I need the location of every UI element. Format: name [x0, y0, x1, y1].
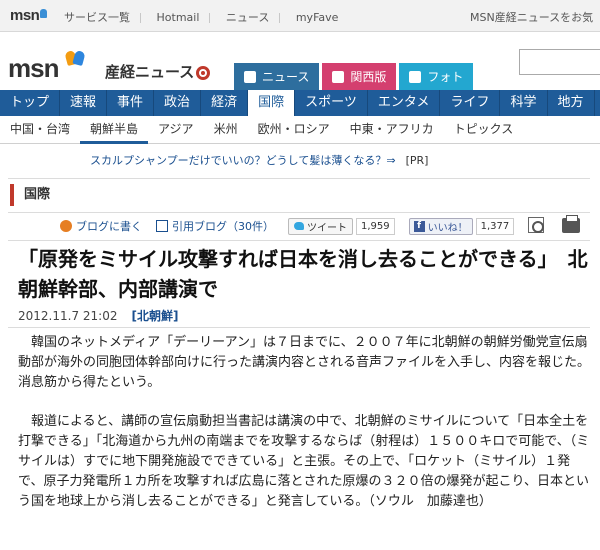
divider: [279, 13, 281, 23]
article-date: 2012.11.7 21:02: [18, 309, 118, 323]
nav-item-crime[interactable]: 事件: [107, 90, 155, 116]
print-icon[interactable]: [562, 215, 580, 233]
divider: [8, 212, 590, 213]
nav-item-breaking[interactable]: 速報: [60, 90, 108, 116]
msn-small-logo-text: msn: [10, 7, 40, 24]
article-paragraph: 韓国のネットメディア「デーリーアン」は７日までに、２００７年に北朝鮮の朝鮮労働党…: [18, 335, 591, 390]
msn-logo[interactable]: msn: [8, 49, 86, 84]
msn-small-logo[interactable]: msn: [10, 7, 48, 24]
like-group: f いいね！ 1,377: [408, 217, 515, 235]
quote-blog-link[interactable]: 引用ブログ（30件）: [156, 218, 274, 234]
subnav-item-mideast-africa[interactable]: 中東・アフリカ: [340, 116, 444, 144]
facebook-like-button[interactable]: f いいね！: [408, 217, 473, 235]
nav-item-local[interactable]: 地方: [548, 90, 595, 116]
nav-item-top[interactable]: トップ: [0, 90, 61, 116]
article-paragraph: 報道によると、講師の宣伝扇動担当書記は講演の中で、北朝鮮のミサイルについて「日本…: [18, 414, 590, 509]
subnav-item-korea[interactable]: 朝鮮半島: [80, 116, 149, 144]
divider: [8, 327, 590, 328]
subnav-item-asia[interactable]: アジア: [148, 116, 204, 144]
article-category-link[interactable]: [北朝鮮]: [131, 309, 178, 323]
twitter-bird-icon: [294, 222, 304, 230]
main-nav: トップ 速報 事件 政治 経済 国際 スポーツ エンタメ ライフ 科学 地方: [0, 90, 600, 116]
section-title: 国際: [10, 184, 50, 206]
tab-kansai[interactable]: 関西版: [322, 63, 397, 90]
document-icon: [332, 70, 345, 83]
nav-item-entertainment[interactable]: エンタメ: [368, 90, 441, 116]
top-link-services[interactable]: サービス一覧: [64, 11, 130, 24]
sankei-logo-text: 産経ニュース: [105, 63, 195, 81]
top-link-myfave[interactable]: myFave: [296, 11, 339, 24]
subnav-item-china-taiwan[interactable]: 中国・台湾: [0, 116, 80, 144]
promo-link[interactable]: スカルプシャンプーだけでいいの？どうして髪は薄くなる？⇒: [90, 154, 396, 167]
subnav-item-topics[interactable]: トピックス: [444, 116, 524, 144]
brand-tabs: ニュース 関西版 フォト: [234, 63, 476, 90]
blog-write-label: ブログに書く: [76, 220, 142, 233]
tweet-button[interactable]: ツイート: [288, 217, 353, 235]
divider: [209, 13, 211, 23]
search-input[interactable]: [519, 49, 600, 75]
top-links: サービス一覧 Hotmail ニュース myFave: [64, 9, 358, 25]
camera-icon: [409, 70, 422, 83]
article-dateline: 2012.11.7 21:02 [北朝鮮]: [18, 307, 178, 324]
subnav-item-americas[interactable]: 米州: [204, 116, 248, 144]
tweet-count: 1,959: [356, 217, 395, 235]
subnav-item-europe-russia[interactable]: 欧州・ロシア: [248, 116, 340, 144]
newspaper-icon: [244, 70, 256, 83]
top-link-news[interactable]: ニュース: [226, 11, 269, 24]
bookmark-icon[interactable]: [528, 217, 544, 233]
top-link-hotmail[interactable]: Hotmail: [157, 11, 200, 24]
nav-item-life[interactable]: ライフ: [440, 90, 501, 116]
tweet-label: ツイート: [307, 222, 347, 234]
tab-photo[interactable]: フォト: [399, 63, 474, 90]
nav-item-politics[interactable]: 政治: [154, 90, 202, 116]
blog-icon: [60, 220, 72, 232]
article-headline: 「原発をミサイル攻撃すれば日本を消し去ることができる」 北朝鮮幹部、内部講演で: [18, 247, 588, 301]
divider: [8, 178, 590, 179]
sankei-target-icon: [196, 65, 211, 80]
quote-blog-icon: [156, 220, 168, 232]
tab-kansai-label: 関西版: [350, 70, 387, 84]
quote-blog-label: 引用ブログ（30件）: [172, 220, 274, 233]
nav-item-science[interactable]: 科学: [500, 90, 548, 116]
facebook-icon: f: [413, 220, 425, 232]
top-right-message[interactable]: MSN産経ニュースをお気: [470, 9, 593, 25]
brand-header: msn 産経ニュース ニュース 関西版 フォト: [0, 33, 600, 90]
nav-item-economy[interactable]: 経済: [201, 90, 249, 116]
pr-tag: [PR]: [405, 154, 429, 167]
tweet-group: ツイート 1,959: [288, 217, 395, 235]
social-toolbar: ブログに書く 引用ブログ（30件） ツイート 1,959 f いいね！ 1,377: [60, 216, 528, 236]
tab-photo-label: フォト: [427, 70, 464, 84]
sub-nav: 中国・台湾 朝鮮半島 アジア 米州 欧州・ロシア 中東・アフリカ トピックス: [0, 116, 600, 144]
sankei-news-logo[interactable]: 産経ニュース: [105, 61, 211, 82]
nav-item-international[interactable]: 国際: [248, 90, 296, 116]
divider: [140, 13, 141, 23]
butterfly-wing-icon: [72, 49, 86, 67]
tab-news-label: ニュース: [262, 70, 310, 84]
promo-ad[interactable]: スカルプシャンプーだけでいいの？どうして髪は薄くなる？⇒ [PR]: [90, 152, 428, 168]
butterfly-icon: [40, 9, 48, 18]
tab-news[interactable]: ニュース: [234, 63, 320, 90]
msn-logo-text: msn: [8, 53, 59, 83]
like-label: いいね！: [427, 222, 468, 234]
top-utility-bar: msn サービス一覧 Hotmail ニュース myFave MSN産経ニュース…: [0, 0, 600, 32]
nav-item-sports[interactable]: スポーツ: [295, 90, 368, 116]
blog-write-button[interactable]: ブログに書く: [60, 218, 142, 234]
like-count: 1,377: [475, 217, 515, 235]
divider: [8, 240, 590, 241]
